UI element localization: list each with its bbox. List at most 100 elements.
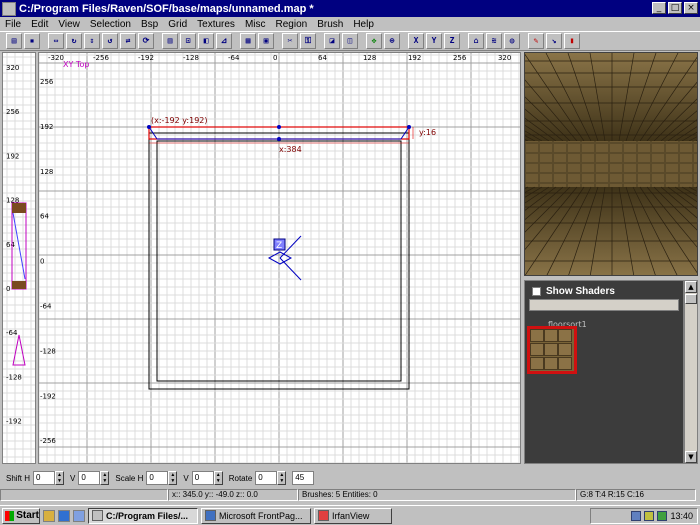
texture-tile: [530, 329, 544, 342]
toolbar-flip-y-button[interactable]: ⇕: [84, 33, 100, 49]
z-view[interactable]: 320256192128640-64-128-192-256: [2, 52, 36, 464]
shift-v-spinner[interactable]: 0 ▲ ▼: [78, 471, 110, 485]
texture-filter-field[interactable]: [529, 299, 679, 311]
scale-v-input[interactable]: 0: [191, 471, 214, 485]
toolbar-show-patches-button[interactable]: ◍: [504, 33, 520, 49]
toolbar-axis-z-button[interactable]: Z: [444, 33, 460, 49]
close-button[interactable]: ×: [684, 2, 698, 14]
tray-volume-icon[interactable]: [644, 510, 655, 521]
toolbar-clipper-button[interactable]: ✂: [282, 33, 298, 49]
menu-view[interactable]: View: [53, 19, 85, 30]
toolbar-redisperse-button[interactable]: ▮: [564, 33, 580, 49]
toolbar-rotate-x-button[interactable]: ↻: [66, 33, 82, 49]
spin-arrows-icon[interactable]: ▲ ▼: [277, 471, 287, 485]
toolbar-paint-button[interactable]: ✎: [528, 33, 544, 49]
tray-network-icon[interactable]: [631, 510, 642, 521]
toolbar-patch-button[interactable]: ≋: [486, 33, 502, 49]
menu-brush[interactable]: Brush: [312, 19, 348, 30]
toolbar-entities-button[interactable]: ⌂: [468, 33, 484, 49]
shift-h-label: Shift H: [6, 473, 31, 483]
scale-v-spinner[interactable]: 0 ▲ ▼: [191, 471, 223, 485]
show-shaders-toggle[interactable]: Show Shaders: [528, 284, 680, 298]
toolbar-size-to-fit-button[interactable]: ⊡: [180, 33, 196, 49]
texture-scrollbar[interactable]: ▲ ▼: [684, 280, 698, 464]
show-shaders-checkbox[interactable]: [532, 286, 541, 296]
taskbar: Start C:/Program Files/... Microsoft Fro…: [0, 505, 700, 525]
toolbar-axis-x-button[interactable]: X: [408, 33, 424, 49]
toolbar-open-button[interactable]: ▤: [6, 33, 22, 49]
texture-tile: [530, 343, 544, 356]
spin-arrows-icon[interactable]: ▲ ▼: [168, 471, 178, 485]
toolbar-change-views-button[interactable]: ◪: [324, 33, 340, 49]
spin-arrows-icon[interactable]: ▲ ▼: [213, 471, 223, 485]
status-coords: x:: 345.0 y:: -49.0 z:: 0.0: [168, 489, 298, 501]
scale-h-spinner[interactable]: 0 ▲ ▼: [146, 471, 178, 485]
toolbar-bend-button[interactable]: ⊿: [216, 33, 232, 49]
toolbar-rotate-y-button[interactable]: ↺: [102, 33, 118, 49]
rotate-input[interactable]: 0: [255, 471, 278, 485]
toolbar-camera-movement-button[interactable]: ✥: [366, 33, 382, 49]
z-brush-top: [12, 203, 26, 213]
quicklaunch-ie-icon[interactable]: [73, 509, 85, 522]
toolbar-drag-button[interactable]: ↘: [546, 33, 562, 49]
maximize-button[interactable]: □: [668, 2, 682, 14]
vertex-handle[interactable]: [407, 125, 411, 129]
toolbar-rotate-z-button[interactable]: ⟳: [138, 33, 154, 49]
task-irfanview[interactable]: IrfanView: [314, 507, 392, 524]
minimize-button[interactable]: _: [652, 2, 666, 14]
spin-arrows-icon[interactable]: ▲ ▼: [100, 471, 110, 485]
spin-arrows-icon[interactable]: ▲ ▼: [55, 471, 65, 485]
rotate-step-field[interactable]: 45: [292, 471, 315, 485]
rotate-step-input[interactable]: 45: [292, 471, 315, 485]
quicklaunch-outlook-icon[interactable]: [58, 509, 70, 522]
texture-thumbnail[interactable]: [527, 326, 577, 374]
shift-h-spinner[interactable]: 0 ▲ ▼: [33, 471, 65, 485]
toolbar-grid-button[interactable]: ▦: [240, 33, 256, 49]
title-bar[interactable]: C:/Program Files/Raven/SOF/base/maps/unn…: [0, 0, 700, 17]
vertex-handle[interactable]: [277, 125, 281, 129]
menu-grid[interactable]: Grid: [163, 19, 192, 30]
menu-edit[interactable]: Edit: [26, 19, 53, 30]
shift-h-input[interactable]: 0: [33, 471, 56, 485]
shift-v-input[interactable]: 0: [78, 471, 101, 485]
menu-region[interactable]: Region: [271, 19, 313, 30]
x-tick-label: -64: [228, 54, 240, 62]
vertex-handle[interactable]: [277, 137, 281, 141]
menu-file[interactable]: File: [0, 19, 26, 30]
scroll-thumb[interactable]: [685, 294, 697, 304]
menu-help[interactable]: Help: [348, 19, 379, 30]
xy-grid-canvas[interactable]: -320 -256 -192 -128 -64 0 64 128 192 256 320 256 192…: [39, 53, 521, 464]
toolbar-complete-tall-button[interactable]: ▥: [162, 33, 178, 49]
vertex-handle[interactable]: [147, 125, 151, 129]
menu-misc[interactable]: Misc: [240, 19, 271, 30]
toolbar-frame-button[interactable]: ▣: [258, 33, 274, 49]
scroll-down-arrow[interactable]: ▼: [685, 451, 697, 463]
toolbar-texture-lock-button[interactable]: ⚿: [300, 33, 316, 49]
scale-h-input[interactable]: 0: [146, 471, 169, 485]
task-radiant[interactable]: C:/Program Files/...: [88, 507, 198, 524]
toolbar-axis-y-button[interactable]: Y: [426, 33, 442, 49]
toolbar-flip-z-button[interactable]: ⇄: [120, 33, 136, 49]
start-label: Start: [16, 510, 39, 521]
toolbar-face-select-button[interactable]: ◧: [198, 33, 214, 49]
menu-textures[interactable]: Textures: [192, 19, 240, 30]
toolbar-flip-x-button[interactable]: ⇔: [48, 33, 64, 49]
quicklaunch-explorer-icon[interactable]: [43, 509, 55, 522]
toolbar-cubic-clip-button[interactable]: ◫: [342, 33, 358, 49]
toolbar-view-xy-button[interactable]: ⊕: [384, 33, 400, 49]
menu-selection[interactable]: Selection: [85, 19, 136, 30]
toolbar-save-button[interactable]: ▪: [24, 33, 40, 49]
surface-controls: Shift H 0 ▲ ▼ V 0 ▲ ▼ Scale H 0 ▲ ▼ V 0 ▲ ▼ …: [0, 468, 700, 488]
app-icon[interactable]: [2, 1, 16, 16]
xy-top-view[interactable]: -320 -256 -192 -128 -64 0 64 128 192 256 320 256 192…: [38, 52, 521, 464]
tray-app-icon[interactable]: [657, 510, 668, 521]
camera-view[interactable]: [524, 52, 698, 276]
start-button[interactable]: Start: [2, 507, 40, 524]
z-view-canvas[interactable]: 320256192128640-64-128-192-256: [3, 53, 36, 464]
rotate-spinner[interactable]: 0 ▲ ▼: [255, 471, 287, 485]
camera-canvas[interactable]: [525, 53, 698, 276]
scroll-up-arrow[interactable]: ▲: [685, 281, 697, 293]
menu-bsp[interactable]: Bsp: [136, 19, 163, 30]
task-frontpage[interactable]: Microsoft FrontPag...: [201, 507, 311, 524]
y-tick-label: -64: [40, 303, 52, 311]
